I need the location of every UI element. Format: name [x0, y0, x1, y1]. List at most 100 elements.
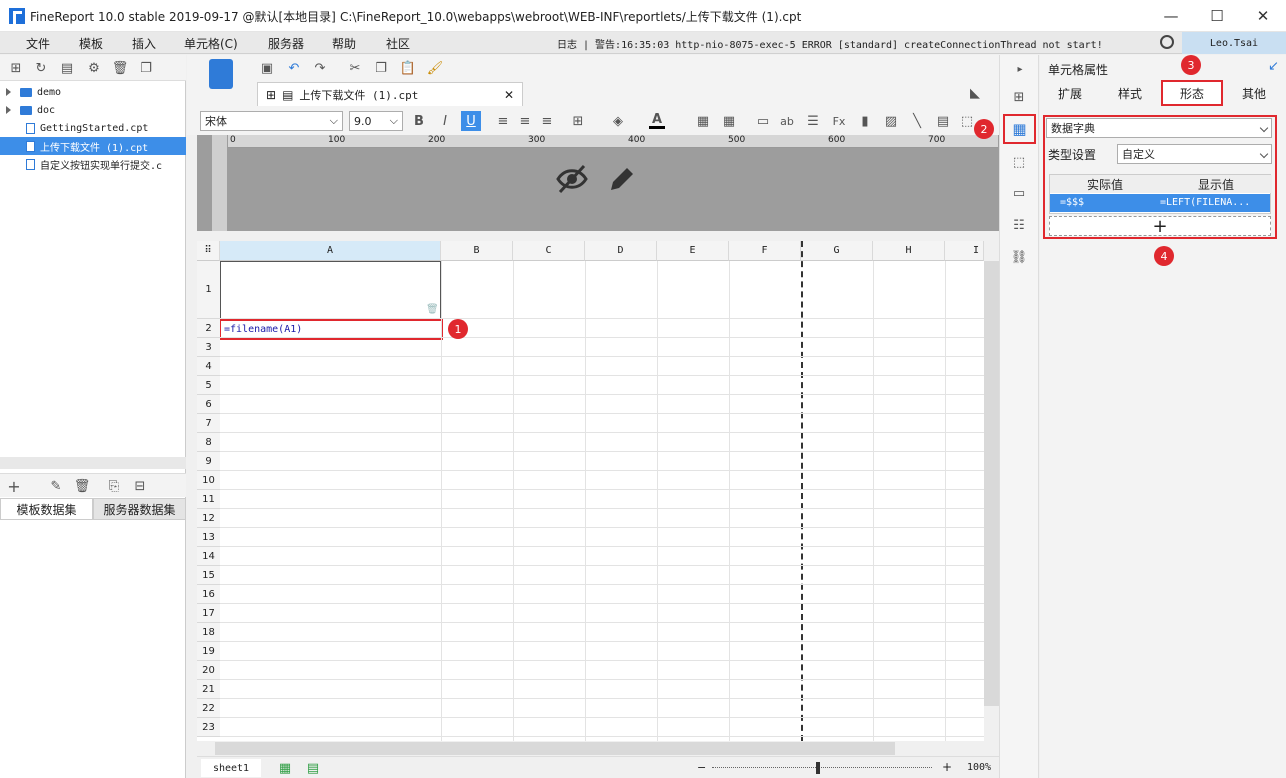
row-header[interactable]: 18 — [197, 623, 220, 642]
row-header[interactable]: 6 — [197, 395, 220, 414]
settings-icon[interactable]: ⚙ — [86, 60, 102, 76]
col-header-a[interactable]: A — [220, 241, 441, 261]
edit-icon[interactable]: ✎ — [48, 478, 64, 494]
edit-pencil-icon[interactable] — [607, 164, 637, 194]
underline-icon[interactable]: U — [461, 111, 481, 131]
row-header[interactable]: 22 — [197, 699, 220, 718]
add-sheet-icon[interactable]: ▦ — [277, 760, 293, 776]
insert-row-icon[interactable]: ▭ — [755, 113, 771, 129]
merge-cell-icon[interactable]: ▦ — [695, 113, 711, 129]
expand-arrow-icon[interactable] — [6, 88, 11, 96]
col-header-i[interactable]: I — [945, 241, 984, 261]
col-header-h[interactable]: H — [873, 241, 945, 261]
zoom-slider[interactable] — [712, 767, 932, 768]
row-header[interactable]: 15 — [197, 566, 220, 585]
border-icon[interactable]: ⊞ — [570, 113, 586, 129]
image-icon[interactable]: ▨ — [883, 113, 899, 129]
menu-insert[interactable]: 插入 — [132, 35, 156, 52]
user-name[interactable]: Leo.Tsai — [1182, 32, 1286, 54]
delete-dataset-icon[interactable]: 🗑 — [74, 478, 91, 494]
zoom-thumb[interactable] — [816, 762, 820, 774]
search-icon[interactable] — [1160, 35, 1174, 49]
tree-scrollbar[interactable] — [0, 457, 186, 469]
open-icon[interactable]: ▤ — [59, 60, 75, 76]
row-header[interactable]: 11 — [197, 490, 220, 509]
row-header[interactable]: 21 — [197, 680, 220, 699]
tree-item-custom-button[interactable]: 自定义按钮实现单行提交.c — [0, 155, 186, 173]
col-header-g[interactable]: G — [801, 241, 873, 261]
col-header-d[interactable]: D — [585, 241, 657, 261]
font-color-icon[interactable]: A — [649, 112, 665, 129]
row-header[interactable]: 2 — [197, 319, 220, 338]
add-row-button[interactable]: + — [1049, 216, 1271, 237]
align-left-icon[interactable]: ≡ — [495, 113, 511, 129]
corner-cell[interactable]: ⠿ — [197, 241, 220, 261]
template-type-icon[interactable] — [209, 59, 233, 89]
hyperlink-icon[interactable]: ⛓ — [1011, 249, 1028, 265]
copy-icon[interactable]: ❐ — [138, 60, 154, 76]
menu-file[interactable]: 文件 — [26, 35, 50, 52]
tab-style[interactable]: 样式 — [1100, 81, 1160, 105]
font-size-select[interactable]: 9.0 ⌵ — [349, 111, 403, 131]
zoom-out-icon[interactable]: − — [697, 761, 706, 774]
row-header[interactable]: 23 — [197, 718, 220, 737]
row-header[interactable]: 5 — [197, 376, 220, 395]
col-header-b[interactable]: B — [441, 241, 513, 261]
row-header[interactable]: 10 — [197, 471, 220, 490]
font-name-select[interactable]: 宋体 ⌵ — [200, 111, 343, 131]
add-form-sheet-icon[interactable]: ▤ — [305, 760, 321, 776]
paste-icon[interactable]: 📋 — [400, 60, 416, 76]
row-header[interactable]: 20 — [197, 661, 220, 680]
format-painter-icon[interactable]: 🖌 — [427, 60, 444, 76]
new-folder-icon[interactable]: ⊞ — [8, 60, 24, 76]
paragraph-icon[interactable]: ☰ — [805, 113, 821, 129]
tree-item-doc[interactable]: doc — [0, 101, 186, 119]
bold-icon[interactable]: B — [411, 113, 427, 129]
zoom-in-icon[interactable]: + — [942, 760, 952, 774]
close-tab-icon[interactable]: ✕ — [504, 88, 514, 102]
tree-item-upload-download[interactable]: 上传下载文件 (1).cpt — [0, 137, 186, 155]
spreadsheet-grid[interactable]: ⠿ A B C D E F G H I 🗑 =filename(A1) 1234… — [197, 241, 984, 741]
refresh-icon[interactable]: ↻ — [33, 60, 49, 76]
menu-community[interactable]: 社区 — [386, 35, 410, 52]
widget-icon[interactable]: ▭ — [1011, 185, 1027, 201]
crop-icon[interactable]: ⬚ — [959, 113, 975, 129]
menu-server[interactable]: 服务器 — [268, 35, 304, 52]
tab-other[interactable]: 其他 — [1224, 81, 1284, 105]
close-button[interactable]: ✕ — [1240, 0, 1286, 32]
type-setting-select[interactable]: 自定义 — [1117, 144, 1272, 164]
minimize-button[interactable]: — — [1148, 0, 1194, 32]
row-header[interactable]: 8 — [197, 433, 220, 452]
sheet-tab[interactable]: sheet1 — [201, 759, 261, 777]
tab-expand[interactable]: 扩展 — [1040, 81, 1100, 105]
row-header[interactable]: 12 — [197, 509, 220, 528]
maximize-button[interactable]: ☐ — [1194, 0, 1240, 32]
redo-icon[interactable]: ↷ — [312, 60, 328, 76]
widget-type-select[interactable]: 数据字典 — [1046, 118, 1272, 138]
add-dataset-icon[interactable]: + — [6, 477, 22, 496]
document-tab[interactable]: ⊞ ▤ 上传下载文件 (1).cpt ✕ — [257, 82, 523, 106]
vertical-scrollbar[interactable] — [984, 241, 999, 741]
horizontal-scroll-thumb[interactable] — [215, 742, 895, 755]
cell-property-icon[interactable]: ▦ — [1003, 114, 1036, 144]
tree-item-demo[interactable]: demo — [0, 83, 186, 101]
condition-icon[interactable]: ☷ — [1011, 217, 1027, 233]
hide-eye-icon[interactable] — [555, 162, 589, 196]
formula-icon[interactable]: Fx — [831, 113, 847, 129]
dataset-settings-icon[interactable]: ⊟ — [132, 478, 148, 494]
fill-color-icon[interactable]: ◈ — [610, 113, 626, 129]
row-header[interactable]: 1 — [197, 261, 220, 319]
align-center-icon[interactable]: ≡ — [517, 113, 533, 129]
copy-format-icon[interactable]: ❐ — [373, 60, 389, 76]
unmerge-cell-icon[interactable]: ▦ — [721, 113, 737, 129]
subreport-icon[interactable]: ▤ — [935, 113, 951, 129]
expand-right-icon[interactable]: ▸ — [1012, 61, 1028, 77]
preview-icon[interactable]: ⎘ — [106, 478, 122, 494]
row-header[interactable]: 3 — [197, 338, 220, 357]
tree-item-gettingstarted[interactable]: GettingStarted.cpt — [0, 119, 186, 137]
vertical-scroll-thumb[interactable] — [984, 261, 999, 706]
slash-icon[interactable]: ╲ — [909, 113, 925, 129]
expand-arrow-icon[interactable] — [6, 106, 11, 114]
template-property-icon[interactable]: ⊞ — [1011, 89, 1027, 105]
col-header-e[interactable]: E — [657, 241, 729, 261]
